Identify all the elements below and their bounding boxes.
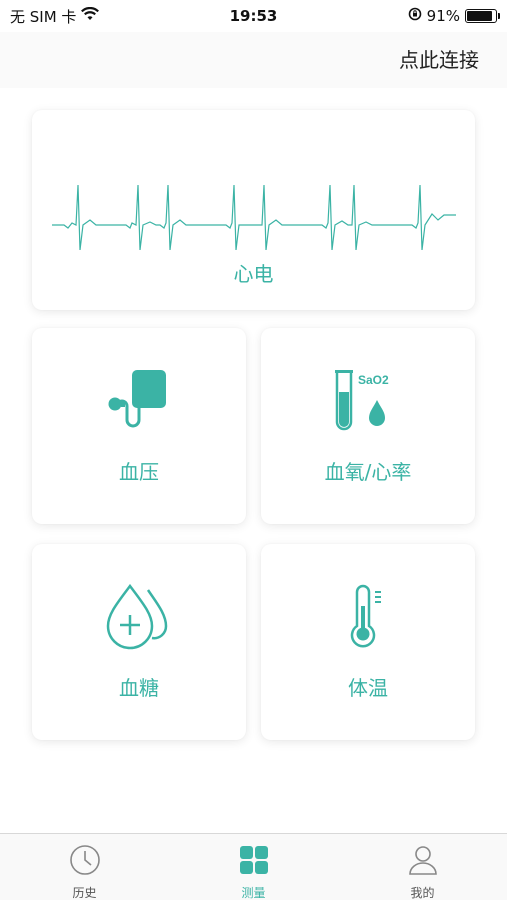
blood-pressure-label: 血压	[119, 460, 159, 484]
test-tube-drop-icon: SaO2	[331, 368, 405, 438]
tab-mine-label: 我的	[410, 886, 435, 900]
spo2-label: 血氧/心率	[324, 460, 412, 484]
battery-percent: 91%	[426, 7, 460, 25]
battery-icon	[465, 9, 500, 23]
blood-pressure-card[interactable]: 血压	[32, 328, 246, 524]
status-bar: 无 SIM 卡 19:53 91%	[0, 0, 507, 32]
temperature-card[interactable]: 体温	[261, 544, 475, 740]
thermometer-icon	[348, 584, 388, 654]
connect-button[interactable]: 点此连接	[399, 44, 479, 73]
tab-bar: 历史 测量 我的	[0, 833, 507, 900]
tab-history-label: 历史	[72, 886, 97, 900]
sao2-text: SaO2	[358, 373, 389, 387]
measurement-grid: 心电 血压 SaO2 血氧/心率 血糖 体温	[0, 88, 507, 832]
carrier-text: 无 SIM 卡	[10, 7, 77, 26]
nav-bar: 点此连接	[0, 32, 507, 88]
wifi-icon	[80, 6, 100, 25]
rotation-lock-icon	[408, 7, 422, 25]
tab-measure[interactable]: 测量	[169, 834, 338, 900]
ecg-waveform-icon	[52, 184, 456, 250]
grid-icon	[238, 844, 270, 880]
ecg-label: 心电	[233, 262, 274, 286]
glucose-card[interactable]: 血糖	[32, 544, 246, 740]
tab-mine[interactable]: 我的	[338, 834, 507, 900]
tab-history[interactable]: 历史	[0, 834, 169, 900]
status-right: 91%	[408, 7, 500, 25]
status-left: 无 SIM 卡	[10, 6, 100, 27]
ecg-card[interactable]: 心电	[32, 110, 475, 310]
battery-level	[467, 11, 493, 21]
blood-pressure-cuff-icon	[107, 368, 171, 438]
spo2-card[interactable]: SaO2 血氧/心率	[261, 328, 475, 524]
blood-drop-plus-icon	[104, 583, 174, 654]
glucose-label: 血糖	[119, 676, 159, 700]
tab-measure-label: 测量	[241, 886, 266, 900]
user-icon	[407, 844, 439, 880]
temperature-label: 体温	[348, 676, 388, 700]
clock-icon	[69, 844, 101, 880]
